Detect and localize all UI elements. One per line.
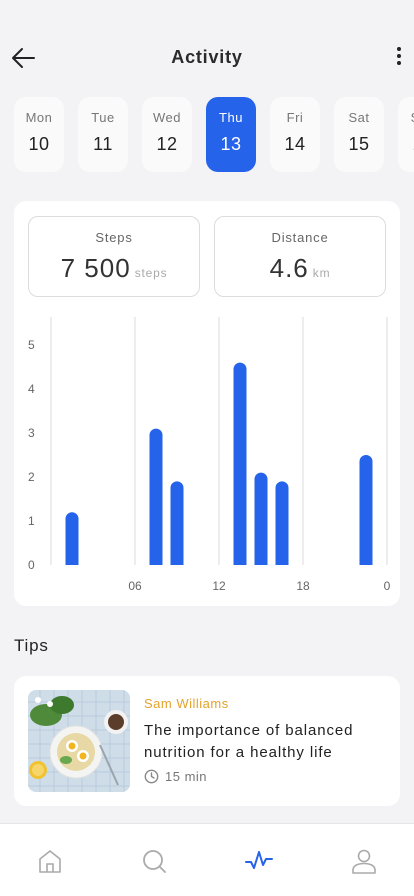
day-sat[interactable]: Sat 15 [334,97,384,172]
y-tick-label: 1 [28,514,35,528]
x-tick-label: 06 [128,579,142,593]
x-tick-label: 0 [384,579,391,593]
clock-icon [144,769,159,784]
day-mon[interactable]: Mon 10 [14,97,64,172]
activity-icon [245,851,273,869]
home-icon [39,850,61,873]
nav-activity[interactable] [244,846,274,876]
day-name: Sat [348,110,370,125]
y-tick-label: 2 [28,470,35,484]
x-tick-label: 12 [212,579,226,593]
day-name: Tue [91,110,115,125]
nav-home[interactable] [35,846,65,876]
chart-bar [275,481,289,565]
day-thu[interactable]: Thu 13 [206,97,256,172]
tip-duration: 15 min [144,769,207,784]
day-number: 12 [156,134,178,154]
tips-heading: Tips [14,636,49,655]
day-number: 13 [220,134,242,154]
search-icon [143,850,166,873]
chart-bar [170,481,184,565]
chart-bar [359,455,373,565]
chart-bar [233,362,247,565]
day-fri[interactable]: Fri 14 [270,97,320,172]
day-sun[interactable]: Sun 16 [398,97,414,172]
chart-bar-base [359,557,373,565]
day-tue[interactable]: Tue 11 [78,97,128,172]
day-name: Mon [25,110,53,125]
day-name: Fri [286,110,304,125]
tip-title: The importance of balanced nutrition for… [144,722,354,761]
y-tick-label: 5 [28,338,35,352]
nav-search[interactable] [139,846,169,876]
chart-bar [254,472,268,565]
day-name: Wed [153,110,181,125]
y-tick-label: 4 [28,382,35,396]
steps-chart: 012345 06 12 18 0 [28,317,391,593]
page-title: Activity [171,47,243,67]
day-number: 10 [28,134,50,154]
tip-image [28,690,130,792]
bottom-nav [0,823,414,896]
chart-bar-base [254,557,268,565]
day-number: 11 [93,134,113,154]
chart-bar-base [275,557,289,565]
more-menu-button[interactable] [392,44,406,72]
x-tick-label: 18 [296,579,310,593]
tip-time-text: 15 min [165,769,208,784]
chart-bar-base [170,557,184,565]
day-name: Sun [398,110,414,125]
day-name: Thu [219,110,243,125]
nav-profile[interactable] [349,846,379,876]
y-tick-label: 3 [28,426,35,440]
chart-bar-base [233,557,247,565]
chart-bar-base [65,557,79,565]
chart-bar [149,428,163,565]
tip-card[interactable]: Sam Williams The importance of balanced … [14,676,400,806]
user-icon [352,849,376,874]
y-tick-label: 0 [28,558,35,572]
day-number: 14 [284,134,306,154]
more-vertical-icon [397,47,401,51]
day-number: 15 [348,134,370,154]
tip-author: Sam Williams [144,696,229,711]
activity-card: Steps 7 500 steps Distance 4.6 km 012345 0… [14,201,400,606]
day-selector: Mon 10 Tue 11 Wed 12 Thu 13 Fri 14 Sat 1… [14,97,414,173]
chart-bar-base [149,557,163,565]
day-number: 16 [398,134,414,155]
day-wed[interactable]: Wed 12 [142,97,192,172]
header: Activity [0,0,414,100]
